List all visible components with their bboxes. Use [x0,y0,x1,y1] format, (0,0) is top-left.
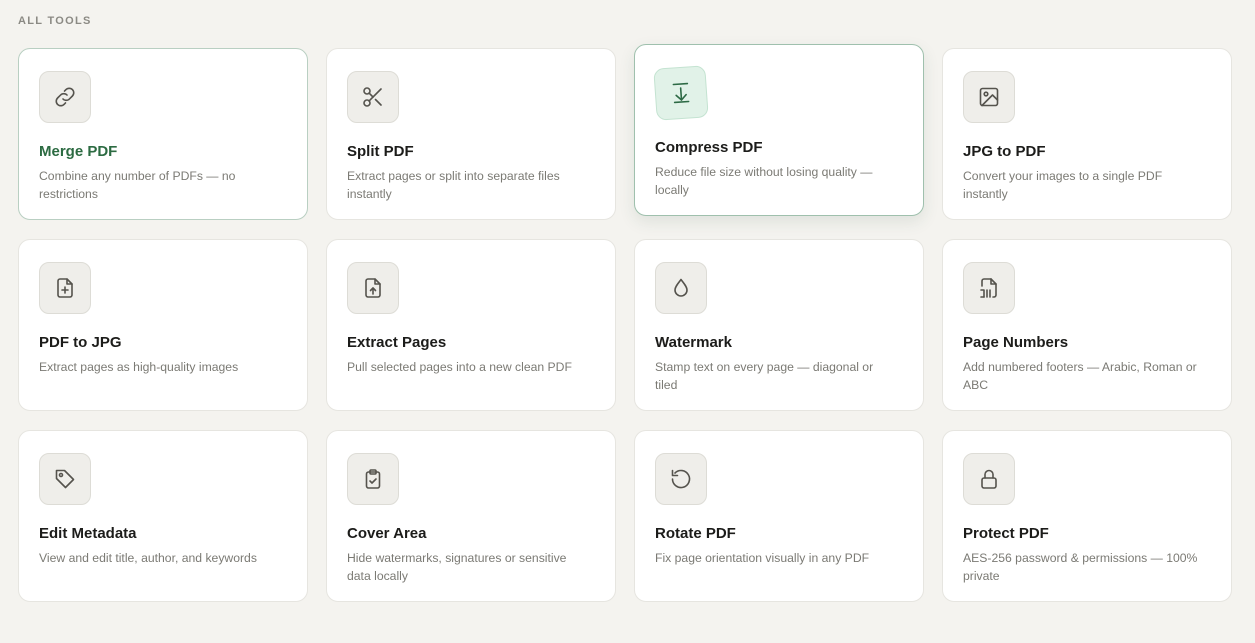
tool-card-watermark[interactable]: Watermark Stamp text on every page — dia… [634,239,924,411]
image-icon [963,71,1015,123]
tool-title: Edit Metadata [39,525,137,542]
tool-description: Combine any number of PDFs — no restrict… [39,169,236,201]
tool-title: Extract Pages [347,334,447,351]
tool-card-cover-area[interactable]: Cover Area Hide watermarks, signatures o… [326,430,616,602]
tool-title: PDF to JPG [39,334,122,351]
tool-card-extract-pages[interactable]: Extract Pages Pull selected pages into a… [326,239,616,411]
tool-card-page-numbers[interactable]: Page Numbers Add numbered footers — Arab… [942,239,1232,411]
tool-description: Pull selected pages into a new clean PDF [347,360,572,374]
tool-card-compress-pdf[interactable]: Compress PDF Reduce file size without lo… [634,44,924,216]
tool-title: Cover Area [347,525,427,542]
tool-title: Compress PDF [655,139,763,156]
tool-card-pdf-to-jpg[interactable]: PDF to JPG Extract pages as high-quality… [18,239,308,411]
tool-card-merge-pdf[interactable]: Merge PDF Combine any number of PDFs — n… [18,48,308,220]
tool-description: Extract pages as high-quality images [39,360,239,374]
tools-grid: Merge PDF Combine any number of PDFs — n… [18,44,1232,602]
tool-card-jpg-to-pdf[interactable]: JPG to PDF Convert your images to a sing… [942,48,1232,220]
compress-download-icon [653,65,709,121]
tool-card-edit-metadata[interactable]: Edit Metadata View and edit title, autho… [18,430,308,602]
tool-description: AES-256 password & permissions — 100% pr… [963,551,1198,583]
tool-title: Watermark [655,334,732,351]
tool-title: Split PDF [347,143,414,160]
tool-description: Reduce file size without losing quality … [655,165,873,197]
tool-card-rotate-pdf[interactable]: Rotate PDF Fix page orientation visually… [634,430,924,602]
tool-description: Add numbered footers — Arabic, Roman or … [963,360,1197,392]
tool-description: Hide watermarks, signatures or sensitive… [347,551,567,583]
lock-icon [963,453,1015,505]
tool-description: Convert your images to a single PDF inst… [963,169,1163,201]
tool-title: Merge PDF [39,143,118,160]
tool-title: JPG to PDF [963,143,1046,160]
tag-icon [39,453,91,505]
file-plus-icon [39,262,91,314]
tool-description: Extract pages or split into separate fil… [347,169,560,201]
file-upload-icon [347,262,399,314]
tool-title: Page Numbers [963,334,1069,351]
tool-description: Stamp text on every page — diagonal or t… [655,360,874,392]
file-numbers-icon [963,262,1015,314]
scissors-icon [347,71,399,123]
link-icon [39,71,91,123]
rotate-icon [655,453,707,505]
tool-card-split-pdf[interactable]: Split PDF Extract pages or split into se… [326,48,616,220]
section-label: ALL TOOLS [18,15,92,27]
clipboard-check-icon [347,453,399,505]
droplet-icon [655,262,707,314]
tool-title: Protect PDF [963,525,1049,542]
tool-title: Rotate PDF [655,525,736,542]
tool-card-protect-pdf[interactable]: Protect PDF AES-256 password & permissio… [942,430,1232,602]
tool-description: Fix page orientation visually in any PDF [655,551,870,565]
tool-description: View and edit title, author, and keyword… [39,551,257,565]
